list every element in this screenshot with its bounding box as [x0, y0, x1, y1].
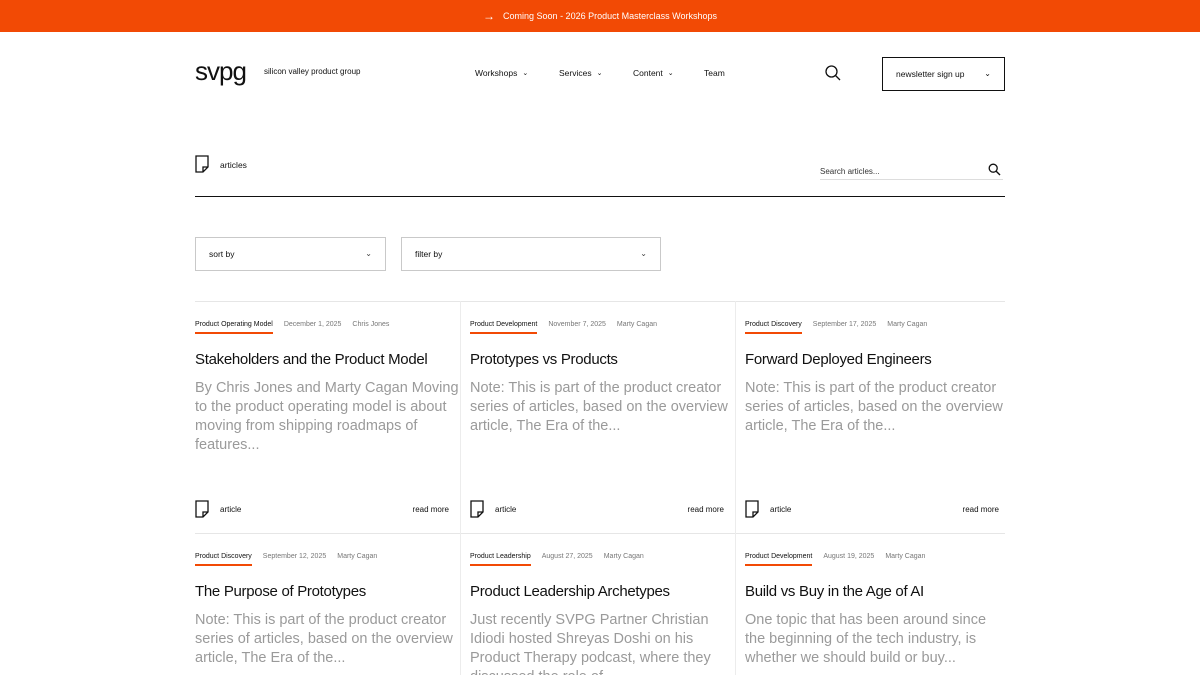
card-date: August 19, 2025 [823, 553, 875, 560]
announcement-banner[interactable]: → Coming Soon - 2026 Product Masterclass… [0, 0, 1200, 32]
filter-by-select[interactable]: filter by ⌄ [401, 237, 661, 271]
column-divider [460, 301, 461, 675]
card-meta: Product Development August 19, 2025 Mart… [745, 553, 925, 566]
card-meta: Product Discovery September 17, 2025 Mar… [745, 321, 927, 334]
card-date: September 17, 2025 [812, 321, 877, 328]
nav-label: Content [633, 68, 663, 78]
chevron-down-icon: ⌄ [596, 70, 603, 77]
nav-label: Team [704, 68, 725, 78]
logo[interactable]: svpg [195, 58, 247, 84]
read-more-link[interactable]: read more [963, 505, 999, 514]
chevron-down-icon: ⌄ [522, 70, 529, 77]
nav-content[interactable]: Content ⌄ [633, 68, 674, 78]
card-title[interactable]: Forward Deployed Engineers [745, 351, 932, 368]
card-excerpt: Just recently SVPG Partner Christian Idi… [470, 612, 711, 675]
nav-label: Workshops [475, 68, 518, 78]
section-label: articles [220, 160, 247, 170]
search-placeholder: Search articles... [820, 167, 880, 176]
newsletter-signup-button[interactable]: newsletter sign up ⌄ [882, 57, 1005, 91]
card-date: September 12, 2025 [262, 553, 327, 560]
content-type: article [220, 505, 242, 514]
arrow-right-icon: → [483, 9, 496, 23]
document-icon [195, 500, 209, 518]
read-more-link[interactable]: read more [413, 505, 449, 514]
document-icon [195, 155, 209, 173]
article-card[interactable]: Product Development November 7, 2025 Mar… [470, 301, 735, 533]
card-author: Marty Cagan [885, 553, 926, 560]
content-type: article [495, 505, 517, 514]
card-footer: article read more [745, 500, 1005, 520]
search-icon[interactable] [824, 64, 842, 82]
site-header: svpg silicon valley product group Worksh… [0, 32, 1200, 116]
category-tag[interactable]: Product Leadership [470, 553, 531, 566]
nav-label: Services [559, 68, 592, 78]
card-title[interactable]: Prototypes vs Products [470, 351, 618, 368]
card-excerpt: By Chris Jones and Marty Cagan Moving to… [195, 380, 459, 453]
card-excerpt: One topic that has been around since the… [745, 612, 987, 666]
chevron-down-icon: ⌄ [984, 69, 991, 78]
card-author: Marty Cagan [603, 553, 644, 560]
filter-label: filter by [415, 249, 443, 259]
search-icon[interactable] [988, 163, 1001, 176]
card-excerpt: Note: This is part of the product creato… [745, 380, 1003, 434]
category-tag[interactable]: Product Operating Model [195, 321, 273, 334]
nav-team[interactable]: Team [704, 68, 725, 78]
document-icon [470, 500, 484, 518]
nav-workshops[interactable]: Workshops ⌄ [475, 68, 528, 78]
card-footer: article read more [195, 500, 455, 520]
articles-section-header: articles Search articles... [195, 154, 1005, 197]
card-title[interactable]: Build vs Buy in the Age of AI [745, 583, 924, 600]
sort-label: sort by [209, 249, 235, 259]
content-type: article [770, 505, 792, 514]
read-more-link[interactable]: read more [688, 505, 724, 514]
article-card[interactable]: Product Development August 19, 2025 Mart… [745, 533, 1010, 675]
card-author: Marty Cagan [337, 553, 378, 560]
card-title[interactable]: The Purpose of Prototypes [195, 583, 366, 600]
chevron-down-icon: ⌄ [640, 249, 647, 258]
category-tag[interactable]: Product Discovery [195, 553, 252, 566]
chevron-down-icon: ⌄ [667, 70, 674, 77]
card-title[interactable]: Product Leadership Archetypes [470, 583, 670, 600]
newsletter-label: newsletter sign up [896, 69, 965, 79]
article-card[interactable]: Product Operating Model December 1, 2025… [195, 301, 460, 533]
card-excerpt: Note: This is part of the product creato… [470, 380, 728, 434]
card-author: Marty Cagan [887, 321, 928, 328]
article-card[interactable]: Product Discovery September 17, 2025 Mar… [745, 301, 1010, 533]
card-footer: article read more [470, 500, 730, 520]
card-excerpt: Note: This is part of the product creato… [195, 612, 453, 666]
column-divider [735, 301, 736, 675]
sort-by-select[interactable]: sort by ⌄ [195, 237, 386, 271]
category-tag[interactable]: Product Development [470, 321, 538, 334]
banner-text: Coming Soon - 2026 Product Masterclass W… [503, 11, 717, 21]
article-card[interactable]: Product Leadership August 27, 2025 Marty… [470, 533, 735, 675]
card-date: August 27, 2025 [541, 553, 593, 560]
card-date: December 1, 2025 [283, 321, 342, 328]
article-search-input[interactable]: Search articles... [820, 163, 1003, 180]
document-icon [745, 500, 759, 518]
card-meta: Product Leadership August 27, 2025 Marty… [470, 553, 644, 566]
card-meta: Product Development November 7, 2025 Mar… [470, 321, 657, 334]
nav-services[interactable]: Services ⌄ [559, 68, 602, 78]
card-date: November 7, 2025 [548, 321, 606, 328]
card-meta: Product Discovery September 12, 2025 Mar… [195, 553, 377, 566]
logo-tagline: silicon valley product group [264, 67, 361, 76]
card-author: Marty Cagan [616, 321, 657, 328]
card-meta: Product Operating Model December 1, 2025… [195, 321, 389, 334]
article-card[interactable]: Product Discovery September 12, 2025 Mar… [195, 533, 460, 675]
card-title[interactable]: Stakeholders and the Product Model [195, 351, 428, 368]
chevron-down-icon: ⌄ [365, 249, 372, 258]
category-tag[interactable]: Product Development [745, 553, 813, 566]
card-author: Chris Jones [352, 321, 390, 328]
category-tag[interactable]: Product Discovery [745, 321, 802, 334]
